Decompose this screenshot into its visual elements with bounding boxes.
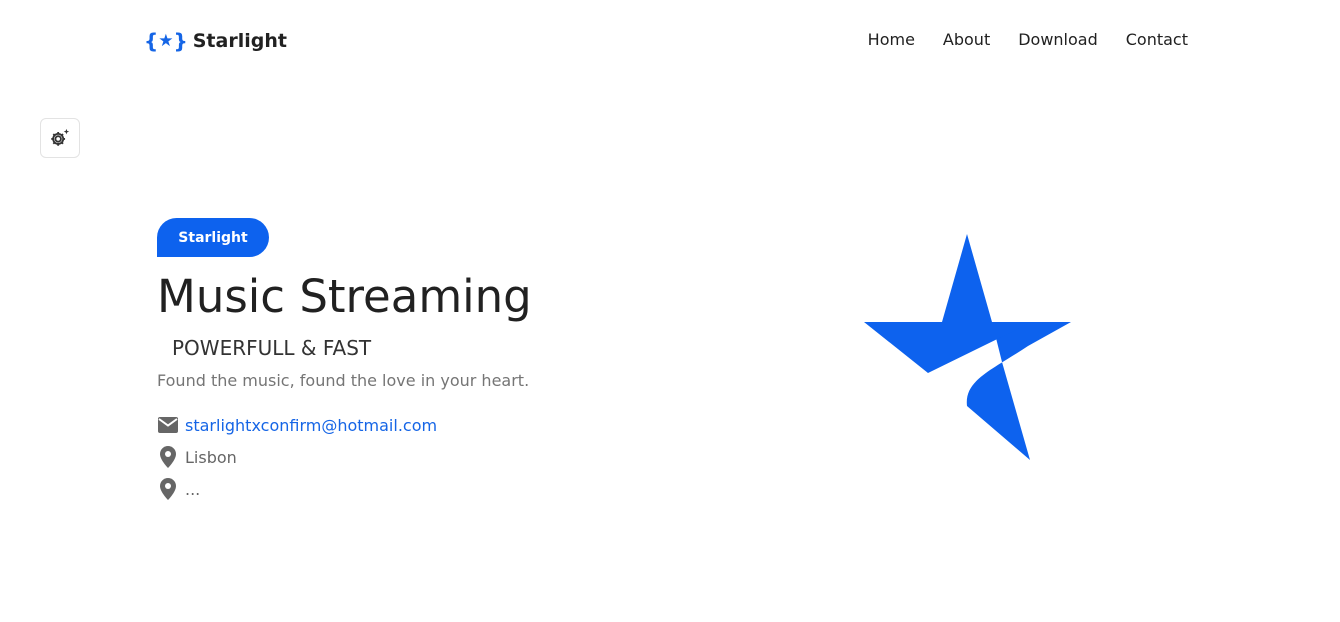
location-text: Lisbon	[185, 447, 237, 467]
nav-download-link[interactable]: Download	[1018, 30, 1098, 49]
mail-icon	[157, 414, 179, 436]
location-pin-icon	[157, 478, 179, 500]
settings-button[interactable]	[40, 118, 80, 158]
gear-sparkle-icon	[51, 128, 70, 146]
hero-subtitle: POWERFULL & FAST	[172, 336, 372, 360]
star-logo-icon	[864, 234, 1071, 460]
brand-star-icon: {★}	[144, 29, 188, 53]
hero-tagline: Found the music, found the love in your …	[157, 371, 530, 390]
brand-name: Starlight	[192, 30, 287, 52]
nav-contact-link[interactable]: Contact	[1126, 30, 1188, 49]
page: {★} Starlight Home About Download Contac…	[0, 0, 1340, 622]
brand-logo[interactable]: {★} Starlight	[144, 26, 287, 56]
email-link[interactable]: starlightxconfirm@hotmail.com	[185, 416, 437, 435]
hero-title: Music Streaming	[157, 270, 532, 323]
contact-email-row: starlightxconfirm@hotmail.com	[157, 414, 437, 436]
contact-extra-row: ...	[157, 478, 200, 500]
hero-badge: Starlight	[157, 218, 269, 257]
location-pin-icon	[157, 446, 179, 468]
contact-location-row: Lisbon	[157, 446, 237, 468]
nav-home-link[interactable]: Home	[868, 30, 915, 49]
nav-about-link[interactable]: About	[943, 30, 990, 49]
extra-text: ...	[185, 479, 201, 499]
main-nav: Home About Download Contact	[868, 30, 1188, 49]
